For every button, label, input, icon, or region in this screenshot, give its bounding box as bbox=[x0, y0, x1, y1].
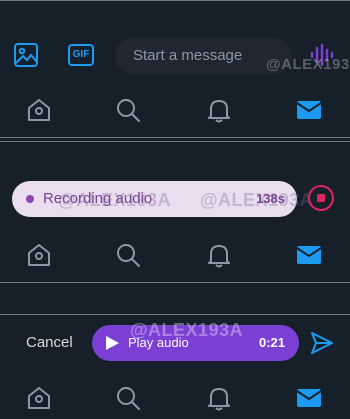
notifications-icon[interactable] bbox=[205, 384, 233, 412]
cancel-button[interactable]: Cancel bbox=[26, 334, 73, 351]
home-icon[interactable] bbox=[25, 384, 53, 412]
watermark: @ALEX193A bbox=[200, 190, 314, 210]
divider bbox=[0, 141, 350, 142]
watermark: @ALEX193A bbox=[58, 190, 172, 210]
search-icon[interactable] bbox=[114, 241, 142, 269]
messages-icon[interactable] bbox=[295, 384, 323, 412]
send-button[interactable] bbox=[309, 330, 335, 356]
home-icon[interactable] bbox=[25, 241, 53, 269]
divider bbox=[0, 282, 350, 283]
messages-icon[interactable] bbox=[295, 96, 323, 124]
divider bbox=[0, 314, 350, 315]
divider bbox=[0, 137, 350, 138]
audio-duration: 0:21 bbox=[258, 335, 285, 350]
message-input[interactable]: Start a message bbox=[133, 47, 242, 64]
gif-icon: GIF bbox=[72, 49, 90, 60]
search-icon[interactable] bbox=[114, 384, 142, 412]
search-icon[interactable] bbox=[114, 96, 142, 124]
image-icon bbox=[14, 43, 38, 67]
home-icon[interactable] bbox=[25, 96, 53, 124]
stop-icon bbox=[317, 194, 325, 202]
stop-recording-button[interactable] bbox=[308, 185, 334, 211]
play-icon[interactable] bbox=[104, 335, 120, 351]
messages-icon[interactable] bbox=[295, 241, 323, 269]
watermark: @ALEX193A bbox=[266, 56, 350, 73]
watermark: @ALEX193A bbox=[130, 320, 244, 340]
gif-button[interactable]: GIF bbox=[68, 44, 94, 66]
divider-top bbox=[0, 0, 350, 1]
notifications-icon[interactable] bbox=[205, 96, 233, 124]
send-icon bbox=[311, 332, 333, 354]
recording-dot-icon bbox=[26, 195, 34, 203]
image-icon-button[interactable] bbox=[12, 41, 40, 69]
notifications-icon[interactable] bbox=[205, 241, 233, 269]
